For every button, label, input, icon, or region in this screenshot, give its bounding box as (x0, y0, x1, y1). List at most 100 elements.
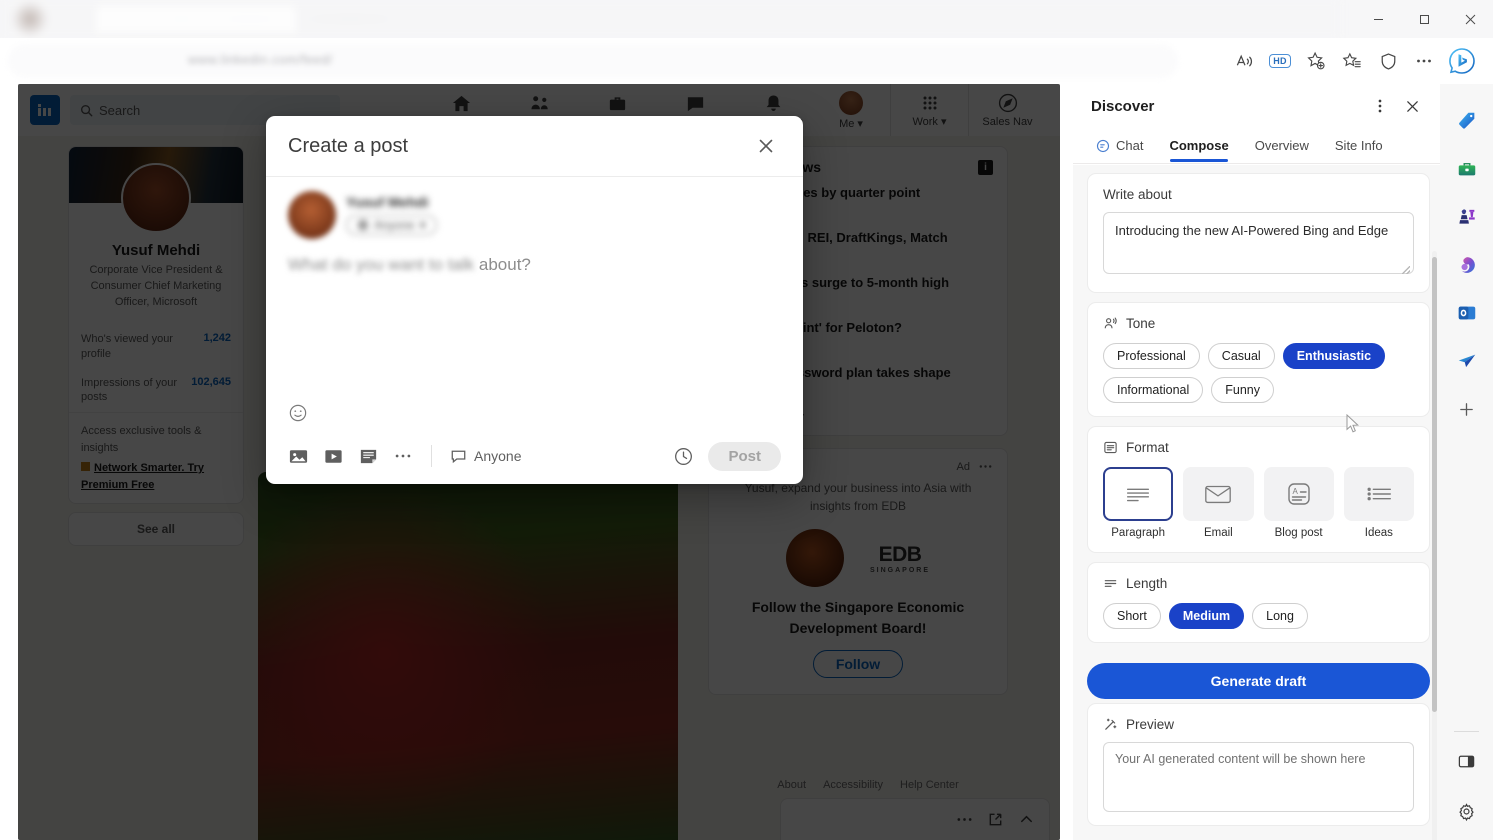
blog-post-icon: A (1263, 467, 1334, 521)
panel-close-icon[interactable] (1398, 92, 1426, 120)
ideas-icon (1343, 467, 1414, 521)
length-options: Short Medium Long (1103, 603, 1414, 629)
emoji-picker-button[interactable] (266, 403, 803, 428)
tab-compose[interactable]: Compose (1156, 128, 1241, 164)
post-editor-placeholder-blurred: What do you want to talk (288, 255, 475, 274)
email-icon (1183, 467, 1254, 521)
close-icon[interactable] (751, 131, 781, 161)
add-icon[interactable] (1452, 394, 1482, 424)
window-controls (1355, 0, 1493, 38)
tab-chat[interactable]: Chat (1083, 128, 1156, 164)
tone-options: Professional Casual Enthusiastic Informa… (1103, 343, 1414, 403)
outlook-icon[interactable] (1452, 298, 1482, 328)
read-aloud-icon[interactable] (1227, 45, 1261, 77)
preview-output[interactable]: Your AI generated content will be shown … (1103, 742, 1414, 812)
title-bar (0, 0, 1493, 38)
panel-scrollbar-thumb[interactable] (1432, 257, 1437, 712)
preview-section: Preview Your AI generated content will b… (1087, 703, 1430, 826)
browser-essentials-icon[interactable] (1371, 45, 1405, 77)
author-avatar[interactable] (288, 191, 336, 239)
dialog-footer-right: Post (673, 441, 781, 471)
microsoft365-icon[interactable] (1452, 250, 1482, 280)
post-button[interactable]: Post (708, 441, 781, 471)
length-chip-short[interactable]: Short (1103, 603, 1161, 629)
author-name: Yusuf Mehdi (346, 194, 429, 210)
address-bar-redacted[interactable]: www.linkedin.com/feed/ (8, 44, 1178, 78)
tone-chip-enthusiastic[interactable]: Enthusiastic (1282, 343, 1386, 369)
compose-content: Write about Introducing the new AI-Power… (1073, 165, 1440, 826)
shopping-icon[interactable] (1452, 106, 1482, 136)
length-chip-long[interactable]: Long (1252, 603, 1308, 629)
tools-icon[interactable] (1452, 154, 1482, 184)
author-info: Yusuf Mehdi Anyone ▾ (346, 194, 437, 236)
format-options: Paragraph Email A Blog post Ideas (1103, 467, 1414, 539)
format-option-paragraph[interactable]: Paragraph (1103, 467, 1174, 539)
tab-site-info[interactable]: Site Info (1322, 128, 1396, 164)
maximize-button[interactable] (1401, 0, 1447, 38)
tab-overview[interactable]: Overview (1242, 128, 1322, 164)
games-icon[interactable] (1452, 202, 1482, 232)
length-section: Length Short Medium Long (1087, 562, 1430, 643)
hd-badge-label: HD (1269, 54, 1291, 68)
length-chip-medium[interactable]: Medium (1168, 603, 1245, 629)
comment-bubble-icon (451, 450, 466, 463)
tone-chip-informational[interactable]: Informational (1103, 377, 1204, 403)
preview-wand-icon (1103, 717, 1118, 732)
write-about-label: Write about (1103, 187, 1172, 202)
drop-icon[interactable] (1452, 346, 1482, 376)
textarea-resize-grip[interactable] (1402, 266, 1410, 274)
post-editor[interactable]: What do you want to talk about? (266, 239, 803, 275)
emoji-icon (289, 404, 307, 422)
add-video-icon[interactable] (323, 446, 344, 467)
tab-strip-redacted[interactable] (0, 0, 1340, 38)
schedule-clock-icon[interactable] (673, 446, 694, 467)
globe-icon (357, 219, 369, 231)
tone-chip-casual[interactable]: Casual (1207, 343, 1275, 369)
tone-chip-funny[interactable]: Funny (1211, 377, 1275, 403)
discover-panel: Discover Chat Compose Overview Site Info… (1073, 84, 1440, 840)
length-icon (1103, 576, 1118, 591)
dialog-header: Create a post (266, 116, 803, 177)
toolbar-actions: HD (1227, 38, 1481, 84)
audience-button[interactable]: Anyone (450, 448, 521, 465)
hd-badge-icon[interactable]: HD (1263, 45, 1297, 77)
format-option-ideas[interactable]: Ideas (1343, 467, 1414, 539)
bing-chat-icon[interactable] (1443, 42, 1481, 80)
format-option-paragraph-label: Paragraph (1111, 527, 1165, 539)
length-header: Length (1103, 576, 1414, 591)
edge-sidebar (1440, 84, 1493, 840)
settings-more-icon[interactable] (1407, 45, 1441, 77)
create-post-dialog: Create a post Yusuf Mehdi Anyone ▾ What … (266, 116, 803, 484)
address-bar-url: www.linkedin.com/feed/ (188, 52, 333, 67)
panel-more-icon[interactable] (1366, 92, 1394, 120)
add-document-icon[interactable] (358, 446, 379, 467)
add-favorite-icon[interactable] (1299, 45, 1333, 77)
tone-label: Tone (1126, 316, 1156, 331)
audience-selector[interactable]: Anyone ▾ (346, 215, 437, 235)
collections-icon[interactable] (1335, 45, 1369, 77)
panel-title: Discover (1091, 97, 1155, 115)
toggle-sidebar-icon[interactable] (1452, 746, 1482, 776)
more-options-icon[interactable] (393, 446, 413, 466)
footer-divider (431, 445, 432, 467)
tab-overview-label: Overview (1254, 138, 1309, 153)
length-label: Length (1126, 576, 1168, 591)
add-photo-icon[interactable] (288, 446, 309, 467)
dialog-footer: Anyone Post (266, 428, 803, 484)
sidebar-settings-icon[interactable] (1452, 796, 1482, 826)
format-header: Format (1103, 440, 1414, 455)
write-about-input[interactable] (1103, 212, 1414, 274)
tab-compose-label: Compose (1169, 138, 1229, 153)
format-option-blog-post[interactable]: A Blog post (1263, 467, 1334, 539)
generate-draft-button[interactable]: Generate draft (1087, 663, 1430, 699)
dialog-author-row: Yusuf Mehdi Anyone ▾ (266, 177, 803, 239)
tone-icon (1103, 316, 1118, 331)
minimize-button[interactable] (1355, 0, 1401, 38)
close-button[interactable] (1447, 0, 1493, 38)
audience-label: Anyone (374, 218, 415, 232)
tone-chip-professional[interactable]: Professional (1103, 343, 1200, 369)
browser-window: www.linkedin.com/feed/ HD Create a post … (0, 0, 1493, 840)
format-option-email-label: Email (1203, 527, 1233, 539)
format-option-email[interactable]: Email (1183, 467, 1254, 539)
panel-tabs: Chat Compose Overview Site Info (1073, 128, 1440, 164)
